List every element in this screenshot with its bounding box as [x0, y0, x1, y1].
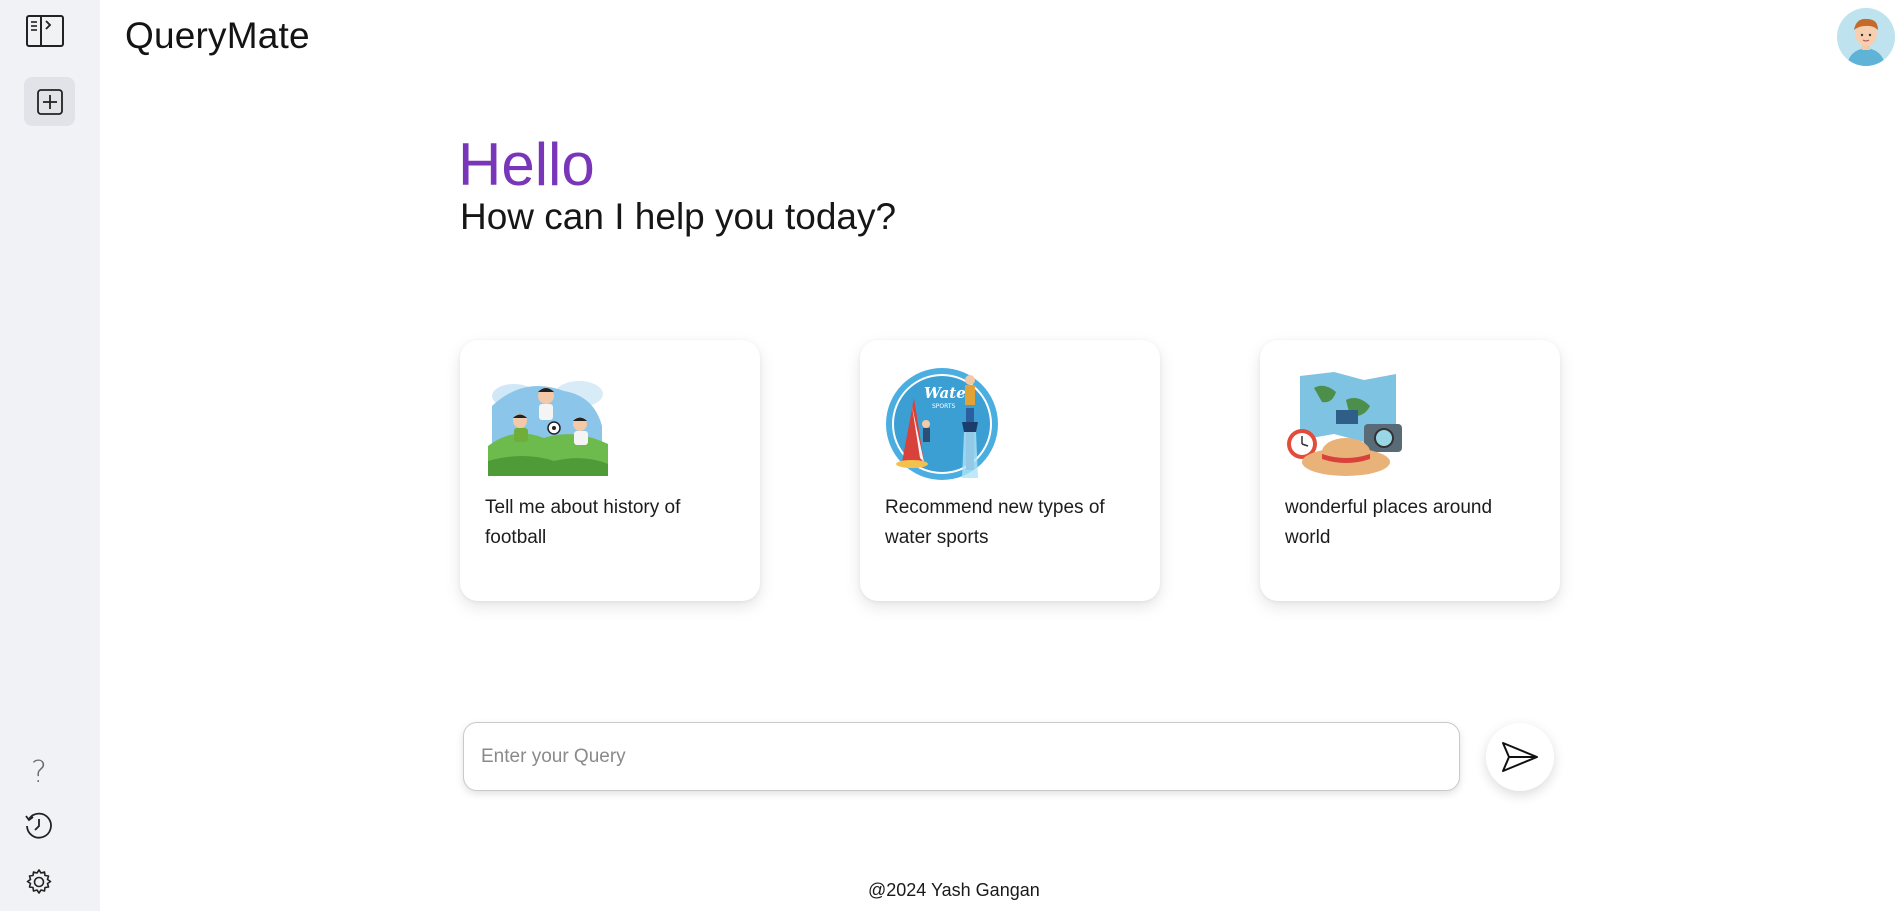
help-button[interactable]: ? — [20, 752, 58, 792]
water-sports-illustration-icon: Water SPORTS — [886, 368, 998, 480]
suggestion-card-water-sports[interactable]: Water SPORTS Recommend new types of wate… — [860, 340, 1160, 601]
help-icon: ? — [31, 754, 47, 790]
history-button[interactable] — [20, 806, 58, 846]
footer-text: @2024 Yash Gangan — [868, 880, 1040, 900]
travel-illustration-icon — [1287, 372, 1402, 476]
suggestion-card-text: Recommend new types of water sports — [885, 497, 1105, 548]
user-avatar[interactable] — [1837, 8, 1895, 66]
svg-text:SPORTS: SPORTS — [932, 403, 956, 410]
query-input[interactable] — [464, 723, 1459, 790]
new-chat-button[interactable] — [24, 77, 75, 126]
greeting-hello: Hello — [458, 131, 595, 198]
sidebar-toggle-icon — [26, 15, 64, 47]
query-input-container — [463, 722, 1460, 791]
send-button[interactable] — [1486, 723, 1554, 791]
settings-icon — [26, 869, 52, 894]
sidebar-toggle-button[interactable] — [22, 10, 68, 52]
football-illustration-icon — [488, 381, 608, 476]
greeting-subtitle: How can I help you today? — [460, 196, 897, 237]
avatar-icon — [1837, 8, 1895, 66]
suggestion-card-text: Tell me about history of football — [485, 497, 681, 548]
suggestion-card-text: wonderful places around world — [1285, 497, 1493, 548]
new-chat-icon — [36, 88, 63, 115]
suggestion-card-football[interactable]: Tell me about history of football — [460, 340, 760, 601]
app-title: QueryMate — [125, 15, 310, 56]
suggestion-card-travel[interactable]: wonderful places around world — [1260, 340, 1560, 601]
send-icon — [1502, 742, 1538, 772]
settings-button[interactable] — [20, 862, 58, 902]
history-icon — [25, 812, 52, 839]
sidebar: ? — [0, 0, 100, 911]
